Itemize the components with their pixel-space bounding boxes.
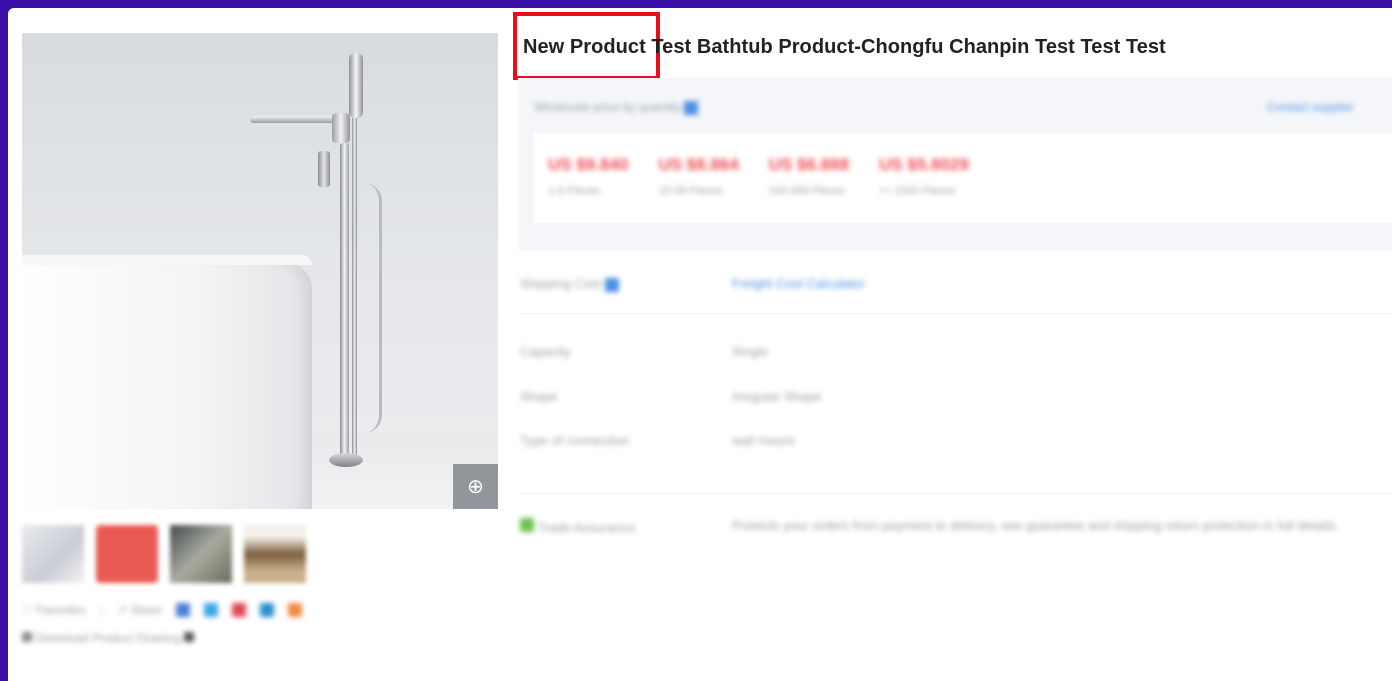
info-icon bbox=[684, 100, 699, 115]
shower-holder bbox=[318, 151, 330, 187]
info-icon bbox=[184, 632, 195, 642]
trade-assurance-text: Protects your orders from payment to del… bbox=[732, 518, 1339, 533]
share-button[interactable]: ↗ Share bbox=[117, 603, 162, 617]
attribute-row: Shape Irregular Shape bbox=[520, 389, 822, 404]
download-icon bbox=[22, 632, 32, 642]
share-linkedin-icon[interactable] bbox=[260, 603, 274, 617]
attribute-row: Type of connection wall mount bbox=[520, 433, 794, 448]
tier-price: US $6.888 bbox=[768, 155, 850, 174]
attribute-value: wall mount bbox=[732, 433, 795, 448]
download-drawing-link[interactable]: Download Product Drawing bbox=[22, 631, 498, 645]
thumbnail-4[interactable] bbox=[244, 525, 306, 583]
main-product-image[interactable]: ⊕ bbox=[22, 33, 498, 509]
shield-check-icon bbox=[520, 518, 534, 532]
price-tier: US $9.840 1-9 Pieces bbox=[548, 155, 628, 223]
attribute-value: Irregular Shape bbox=[732, 389, 822, 404]
tier-price: US $5.8029 bbox=[879, 155, 969, 174]
zoom-in-icon[interactable]: ⊕ bbox=[453, 464, 498, 509]
attribute-key: Type of connection bbox=[520, 433, 630, 448]
shower-head bbox=[349, 53, 363, 118]
price-header: Wholesale price by quantity Contact supp… bbox=[534, 100, 1354, 115]
tier-qty: 100-999 Pieces bbox=[768, 185, 846, 197]
attribute-key: Shape bbox=[520, 389, 558, 404]
tier-price: US $9.840 bbox=[548, 155, 629, 174]
thumbnail-strip bbox=[22, 525, 498, 583]
share-twitter-icon[interactable] bbox=[204, 603, 218, 617]
attribute-value: Single bbox=[732, 344, 769, 359]
product-detail-page: ⊕ ♡ Favorites | ↗ Share Download Product… bbox=[8, 8, 1392, 681]
faucet-base bbox=[329, 453, 363, 467]
price-tiers: US $9.840 1-9 Pieces US $8.864 10-99 Pie… bbox=[534, 133, 1392, 223]
contact-supplier-link[interactable]: Contact supplier bbox=[1267, 100, 1354, 115]
divider bbox=[520, 313, 1392, 314]
price-tier: US $5.8029 >= 1000 Pieces bbox=[879, 155, 969, 223]
shipping-row: Shipping Cost Freight Cost Calculator bbox=[520, 276, 865, 292]
divider bbox=[520, 493, 1392, 494]
attribute-row: Capacity Single bbox=[520, 344, 768, 359]
share-email-icon[interactable] bbox=[288, 603, 302, 617]
thumbnail-3[interactable] bbox=[170, 525, 232, 583]
price-tier: US $8.864 10-99 Pieces bbox=[658, 155, 738, 223]
thumbnail-1[interactable] bbox=[22, 525, 84, 583]
trade-assurance-label: Trade Assurance bbox=[537, 520, 636, 535]
favorites-button[interactable]: ♡ Favorites bbox=[22, 603, 85, 617]
tier-price: US $8.864 bbox=[658, 155, 739, 174]
share-facebook-icon[interactable] bbox=[176, 603, 190, 617]
download-label: Download Product Drawing bbox=[35, 631, 181, 645]
faucet-handle bbox=[332, 113, 350, 143]
attribute-key: Capacity bbox=[520, 344, 571, 359]
shipping-label: Shipping Cost bbox=[520, 276, 601, 291]
info-icon bbox=[604, 277, 619, 292]
tier-qty: 10-99 Pieces bbox=[658, 185, 723, 197]
action-bar: ♡ Favorites | ↗ Share bbox=[22, 603, 498, 617]
freight-calculator-link[interactable]: Freight Cost Calculator bbox=[732, 276, 865, 292]
gallery: ⊕ ♡ Favorites | ↗ Share Download Product… bbox=[22, 33, 498, 645]
price-panel: Wholesale price by quantity Contact supp… bbox=[518, 78, 1392, 250]
shower-hose bbox=[357, 183, 382, 433]
share-pinterest-icon[interactable] bbox=[232, 603, 246, 617]
thumbnail-2[interactable] bbox=[96, 525, 158, 583]
shower-rod bbox=[352, 118, 357, 458]
bathtub bbox=[22, 258, 312, 509]
faucet-post bbox=[340, 143, 349, 463]
product-title: New Product Test Bathtub Product-Chongfu… bbox=[523, 36, 1166, 58]
price-header-label: Wholesale price by quantity bbox=[534, 100, 681, 114]
tier-qty: >= 1000 Pieces bbox=[879, 185, 956, 197]
tier-qty: 1-9 Pieces bbox=[548, 185, 600, 197]
price-tier: US $6.888 100-999 Pieces bbox=[769, 155, 849, 223]
bathtub-rim bbox=[22, 255, 312, 265]
action-divider: | bbox=[99, 603, 103, 617]
trade-assurance-row: Trade Assurance Protects your orders fro… bbox=[520, 518, 1339, 535]
